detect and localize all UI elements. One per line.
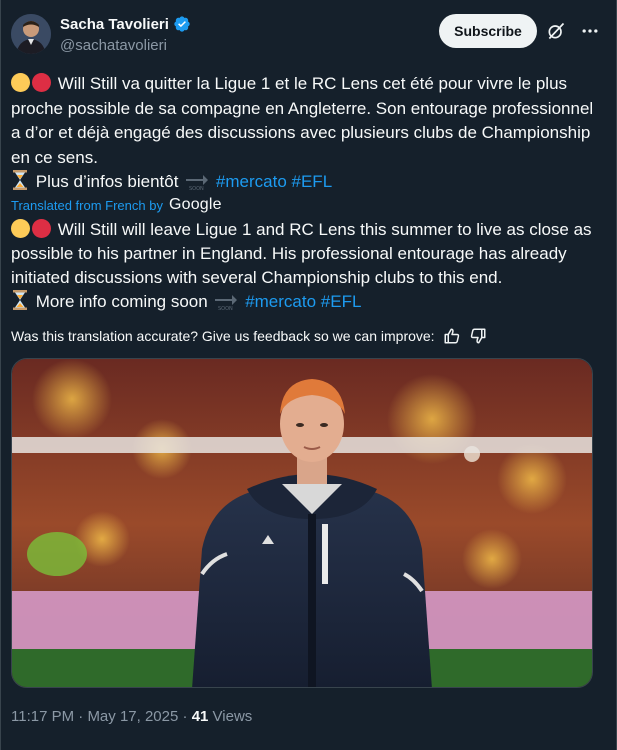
verified-badge-icon: [173, 15, 191, 33]
translated-by-label[interactable]: Translated from French by: [11, 198, 163, 213]
avatar[interactable]: [11, 14, 51, 54]
tweet-date[interactable]: May 17, 2025: [87, 708, 178, 725]
feedback-question: Was this translation accurate? Give us f…: [11, 328, 435, 344]
meta-separator: ·: [178, 708, 192, 725]
left-border: [0, 0, 1, 750]
svg-text:SOON: SOON: [189, 186, 204, 191]
hourglass-icon: [11, 170, 31, 198]
hashtag-mercato[interactable]: #mercato: [216, 172, 287, 191]
translated-paragraph-2: More info coming soon SOON #mercato #EFL: [11, 290, 601, 317]
more-icon[interactable]: [580, 21, 600, 41]
yellow-circle-icon: [11, 219, 30, 238]
translated-text: Will Still will leave Ligue 1 and RC Len…: [11, 218, 601, 317]
yellow-circle-icon: [11, 73, 30, 92]
views-label: Views: [208, 708, 253, 725]
thumbs-up-icon[interactable]: [443, 327, 461, 345]
tweet-time[interactable]: 11:17 PM: [11, 708, 74, 725]
tweet-photo[interactable]: [11, 358, 593, 688]
views-count: 41: [191, 708, 209, 725]
original-paragraph-1: Will Still va quitter la Ligue 1 et le R…: [11, 72, 601, 170]
soon-arrow-icon: SOON: [214, 293, 238, 312]
google-brand: Google: [168, 196, 222, 213]
translation-feedback: Was this translation accurate? Give us f…: [11, 327, 487, 345]
translation-notice: Translated from French by Google: [11, 196, 222, 214]
thumbs-down-icon[interactable]: [469, 327, 487, 345]
tweet-meta: 11:17 PM · May 17, 2025 · 41 Views: [11, 708, 252, 725]
name-row: Sacha Tavolieri: [60, 15, 191, 33]
translation-text: Will Still will leave Ligue 1 and RC Len…: [11, 220, 592, 287]
original-more-info: Plus d’infos bientôt: [35, 172, 179, 191]
hashtag-efl[interactable]: #EFL: [321, 292, 362, 311]
svg-text:SOON: SOON: [218, 306, 233, 311]
subscribe-button[interactable]: Subscribe: [439, 14, 537, 48]
translation-more-info: More info coming soon: [35, 292, 208, 311]
tweet-header: Sacha Tavolieri @sachatavolieri Subscrib…: [11, 13, 606, 57]
hourglass-icon: [11, 290, 31, 317]
meta-separator: ·: [74, 708, 88, 725]
translated-paragraph-1: Will Still will leave Ligue 1 and RC Len…: [11, 218, 601, 290]
original-paragraph-2: Plus d’infos bientôt SOON #mercato #EFL: [11, 170, 601, 198]
soon-arrow-icon: SOON: [185, 173, 209, 192]
red-circle-icon: [32, 219, 51, 238]
hashtag-efl[interactable]: #EFL: [292, 172, 333, 191]
red-circle-icon: [32, 73, 51, 92]
user-handle[interactable]: @sachatavolieri: [60, 37, 167, 54]
tweet-text: Will Still va quitter la Ligue 1 et le R…: [11, 72, 601, 198]
display-name[interactable]: Sacha Tavolieri: [60, 16, 169, 33]
grok-icon[interactable]: [546, 21, 566, 41]
hashtag-mercato[interactable]: #mercato: [245, 292, 316, 311]
original-text: Will Still va quitter la Ligue 1 et le R…: [11, 74, 594, 167]
